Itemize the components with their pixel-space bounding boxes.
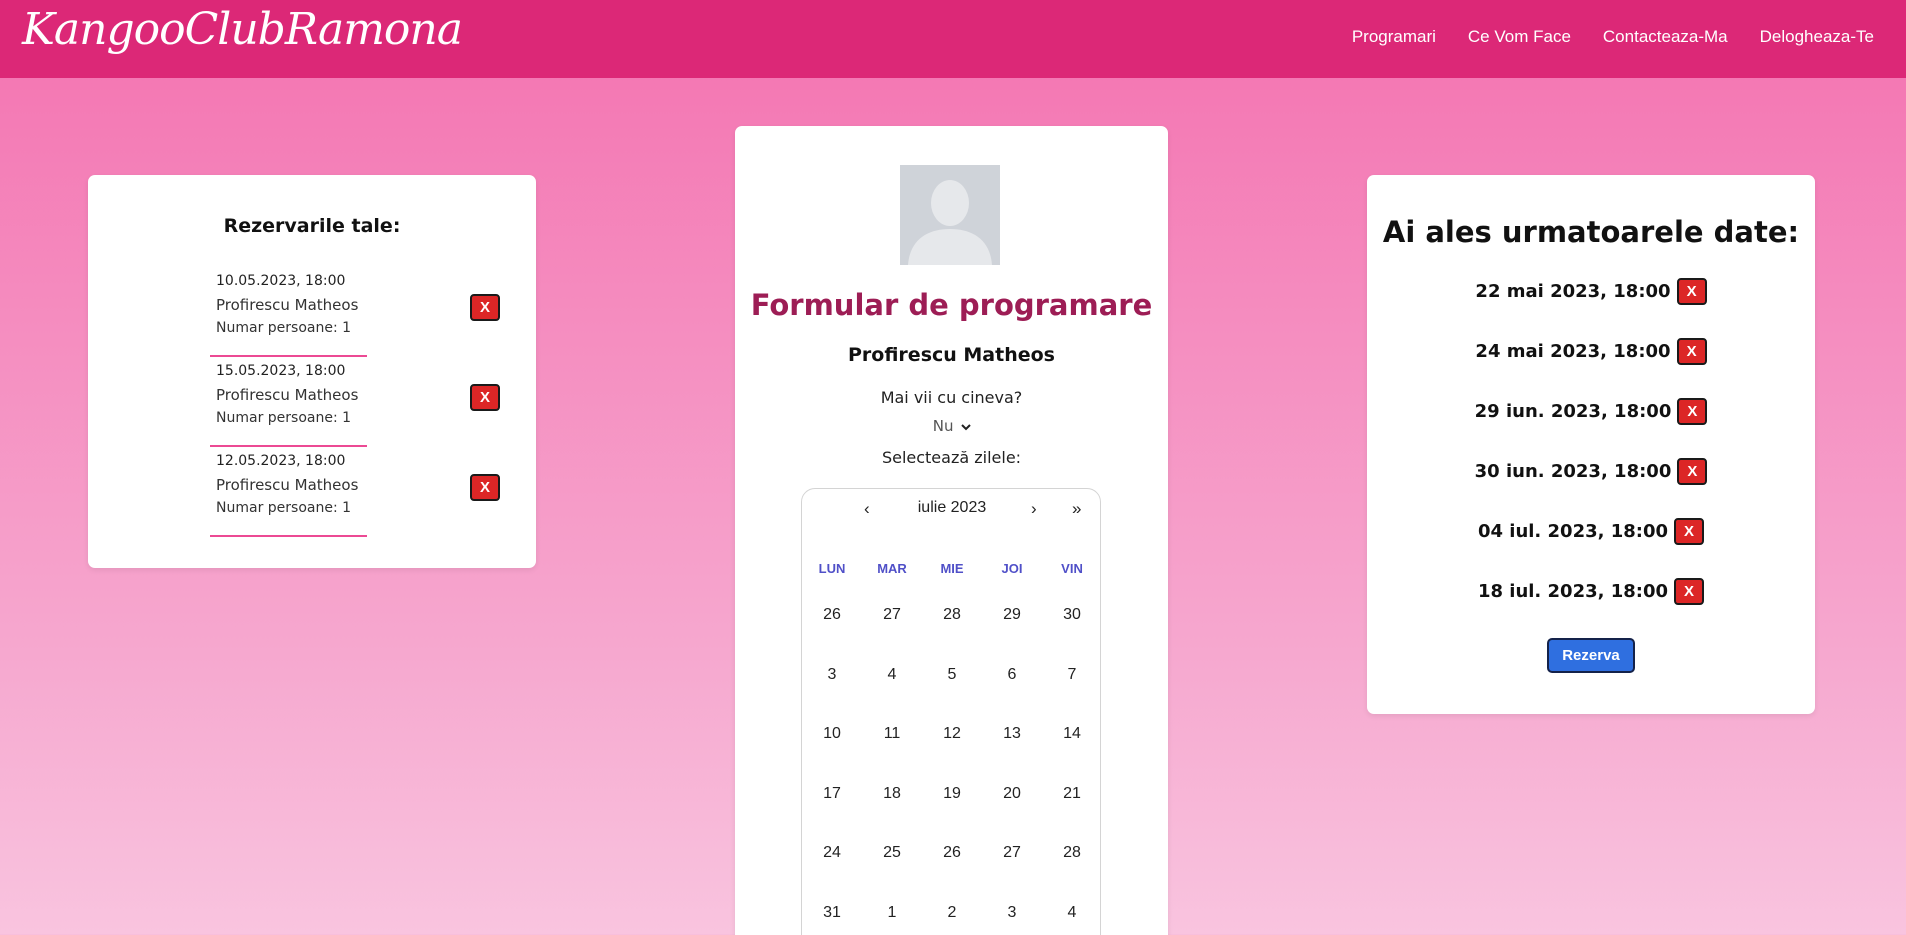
calendar-day[interactable]: 29 bbox=[982, 606, 1042, 624]
calendar-day[interactable]: 2 bbox=[922, 904, 982, 922]
calendar-day[interactable]: 4 bbox=[862, 666, 922, 684]
weekday-header: JOI bbox=[1001, 561, 1023, 576]
top-navbar: KangooClubRamona Programari Ce Vom Face … bbox=[0, 0, 1906, 78]
calendar-day[interactable]: 5 bbox=[922, 666, 982, 684]
remove-date-button[interactable]: X bbox=[1677, 458, 1708, 485]
calendar-day[interactable]: 27 bbox=[982, 844, 1042, 862]
remove-date-button[interactable]: X bbox=[1676, 338, 1707, 365]
remove-date-button[interactable]: X bbox=[1677, 398, 1708, 425]
chevron-down-icon bbox=[961, 424, 971, 431]
nav-ce-vom-face[interactable]: Ce Vom Face bbox=[1468, 27, 1571, 47]
calendar-day[interactable]: 19 bbox=[922, 785, 982, 803]
selected-dates-card: Ai ales urmatoarele date: 22 mai 2023, 1… bbox=[1367, 175, 1815, 714]
calendar-day[interactable]: 10 bbox=[802, 725, 862, 743]
selected-date-row: 18 iul. 2023, 18:00 X bbox=[1367, 578, 1815, 605]
calendar-day[interactable]: 13 bbox=[982, 725, 1042, 743]
remove-date-button[interactable]: X bbox=[1674, 518, 1705, 545]
remove-date-button[interactable]: X bbox=[1676, 278, 1707, 305]
calendar-day[interactable]: 26 bbox=[922, 844, 982, 862]
avatar bbox=[900, 165, 1000, 265]
reservation-item: 10.05.2023, 18:00 Profirescu Matheos Num… bbox=[210, 267, 500, 357]
reservation-date: 10.05.2023, 18:00 bbox=[216, 273, 346, 289]
calendar-day[interactable]: 25 bbox=[862, 844, 922, 862]
selected-date-row: 22 mai 2023, 18:00 X bbox=[1367, 278, 1815, 305]
form-title: Formular de programare bbox=[750, 288, 1153, 322]
calendar-day[interactable]: 18 bbox=[862, 785, 922, 803]
nav-programari[interactable]: Programari bbox=[1352, 27, 1436, 47]
calendar-day[interactable]: 14 bbox=[1042, 725, 1102, 743]
reservation-item: 12.05.2023, 18:00 Profirescu Matheos Num… bbox=[210, 447, 500, 537]
selected-date: 24 mai 2023, 18:00 bbox=[1475, 341, 1671, 362]
next-month-button[interactable]: › bbox=[1031, 499, 1037, 519]
reservations-card: Rezervarile tale: 10.05.2023, 18:00 Prof… bbox=[88, 175, 536, 568]
companion-question: Mai vii cu cineva? bbox=[880, 388, 1023, 407]
weekday-header: LUN bbox=[818, 561, 846, 576]
delete-reservation-button[interactable]: X bbox=[470, 384, 500, 411]
delete-reservation-button[interactable]: X bbox=[470, 294, 500, 321]
reservation-item: 15.05.2023, 18:00 Profirescu Matheos Num… bbox=[210, 357, 500, 447]
main-nav: Programari Ce Vom Face Contacteaza-Ma De… bbox=[1352, 27, 1874, 47]
reservation-count: Numar persoane: 1 bbox=[216, 410, 352, 426]
remove-date-button[interactable]: X bbox=[1674, 578, 1705, 605]
calendar-day[interactable]: 24 bbox=[802, 844, 862, 862]
calendar-day[interactable]: 6 bbox=[982, 666, 1042, 684]
selected-date-row: 24 mai 2023, 18:00 X bbox=[1367, 338, 1815, 365]
calendar-day[interactable]: 26 bbox=[802, 606, 862, 624]
selected-date: 30 iun. 2023, 18:00 bbox=[1474, 461, 1672, 482]
reservation-date: 12.05.2023, 18:00 bbox=[216, 453, 346, 469]
selected-date-row: 30 iun. 2023, 18:00 X bbox=[1367, 458, 1815, 485]
reservations-title: Rezervarile tale: bbox=[223, 215, 401, 237]
nav-contacteaza-ma[interactable]: Contacteaza-Ma bbox=[1603, 27, 1728, 47]
delete-reservation-button[interactable]: X bbox=[470, 474, 500, 501]
next-year-button[interactable]: » bbox=[1072, 499, 1081, 519]
date-picker-calendar: ‹ iulie 2023 › » LUN MAR MIE JOI VIN 26 … bbox=[801, 488, 1101, 935]
nav-delogheaza-te[interactable]: Delogheaza-Te bbox=[1760, 27, 1874, 47]
reservation-name: Profirescu Matheos bbox=[216, 386, 359, 404]
reservations-list: 10.05.2023, 18:00 Profirescu Matheos Num… bbox=[210, 267, 500, 537]
booking-form-card: Formular de programare Profirescu Matheo… bbox=[735, 126, 1168, 935]
selected-dates-title: Ai ales urmatoarele date: bbox=[1382, 215, 1800, 249]
calendar-day[interactable]: 1 bbox=[862, 904, 922, 922]
user-name: Profirescu Matheos bbox=[848, 344, 1055, 366]
select-days-label: Selectează zilele: bbox=[881, 448, 1022, 467]
rezerva-button[interactable]: Rezerva bbox=[1547, 638, 1635, 673]
calendar-day[interactable]: 20 bbox=[982, 785, 1042, 803]
selected-date: 22 mai 2023, 18:00 bbox=[1475, 281, 1671, 302]
selected-date: 18 iul. 2023, 18:00 bbox=[1477, 581, 1669, 602]
calendar-day[interactable]: 30 bbox=[1042, 606, 1102, 624]
calendar-day[interactable]: 7 bbox=[1042, 666, 1102, 684]
calendar-day[interactable]: 17 bbox=[802, 785, 862, 803]
calendar-day[interactable]: 3 bbox=[802, 666, 862, 684]
calendar-day[interactable]: 31 bbox=[802, 904, 862, 922]
calendar-day[interactable]: 21 bbox=[1042, 785, 1102, 803]
reservation-count: Numar persoane: 1 bbox=[216, 500, 352, 516]
companion-select[interactable]: Nu bbox=[924, 417, 980, 439]
reservation-name: Profirescu Matheos bbox=[216, 476, 359, 494]
reservation-date: 15.05.2023, 18:00 bbox=[216, 363, 346, 379]
calendar-month-label[interactable]: iulie 2023 bbox=[802, 499, 1102, 517]
selected-date: 29 iun. 2023, 18:00 bbox=[1474, 401, 1672, 422]
calendar-day[interactable]: 4 bbox=[1042, 904, 1102, 922]
weekday-header: VIN bbox=[1061, 561, 1083, 576]
weekday-header: MIE bbox=[940, 561, 964, 576]
calendar-day[interactable]: 27 bbox=[862, 606, 922, 624]
calendar-day[interactable]: 12 bbox=[922, 725, 982, 743]
user-silhouette-icon bbox=[900, 165, 1000, 265]
calendar-day[interactable]: 28 bbox=[922, 606, 982, 624]
calendar-day[interactable]: 28 bbox=[1042, 844, 1102, 862]
companion-select-value: Nu bbox=[932, 417, 954, 435]
weekday-header: MAR bbox=[877, 561, 907, 576]
site-logo[interactable]: KangooClubRamona bbox=[22, 4, 463, 55]
selected-date-row: 29 iun. 2023, 18:00 X bbox=[1367, 398, 1815, 425]
calendar-day[interactable]: 3 bbox=[982, 904, 1042, 922]
reservation-count: Numar persoane: 1 bbox=[216, 320, 352, 336]
calendar-day[interactable]: 11 bbox=[862, 725, 922, 743]
reservation-name: Profirescu Matheos bbox=[216, 296, 359, 314]
selected-date: 04 iul. 2023, 18:00 bbox=[1477, 521, 1669, 542]
selected-date-row: 04 iul. 2023, 18:00 X bbox=[1367, 518, 1815, 545]
